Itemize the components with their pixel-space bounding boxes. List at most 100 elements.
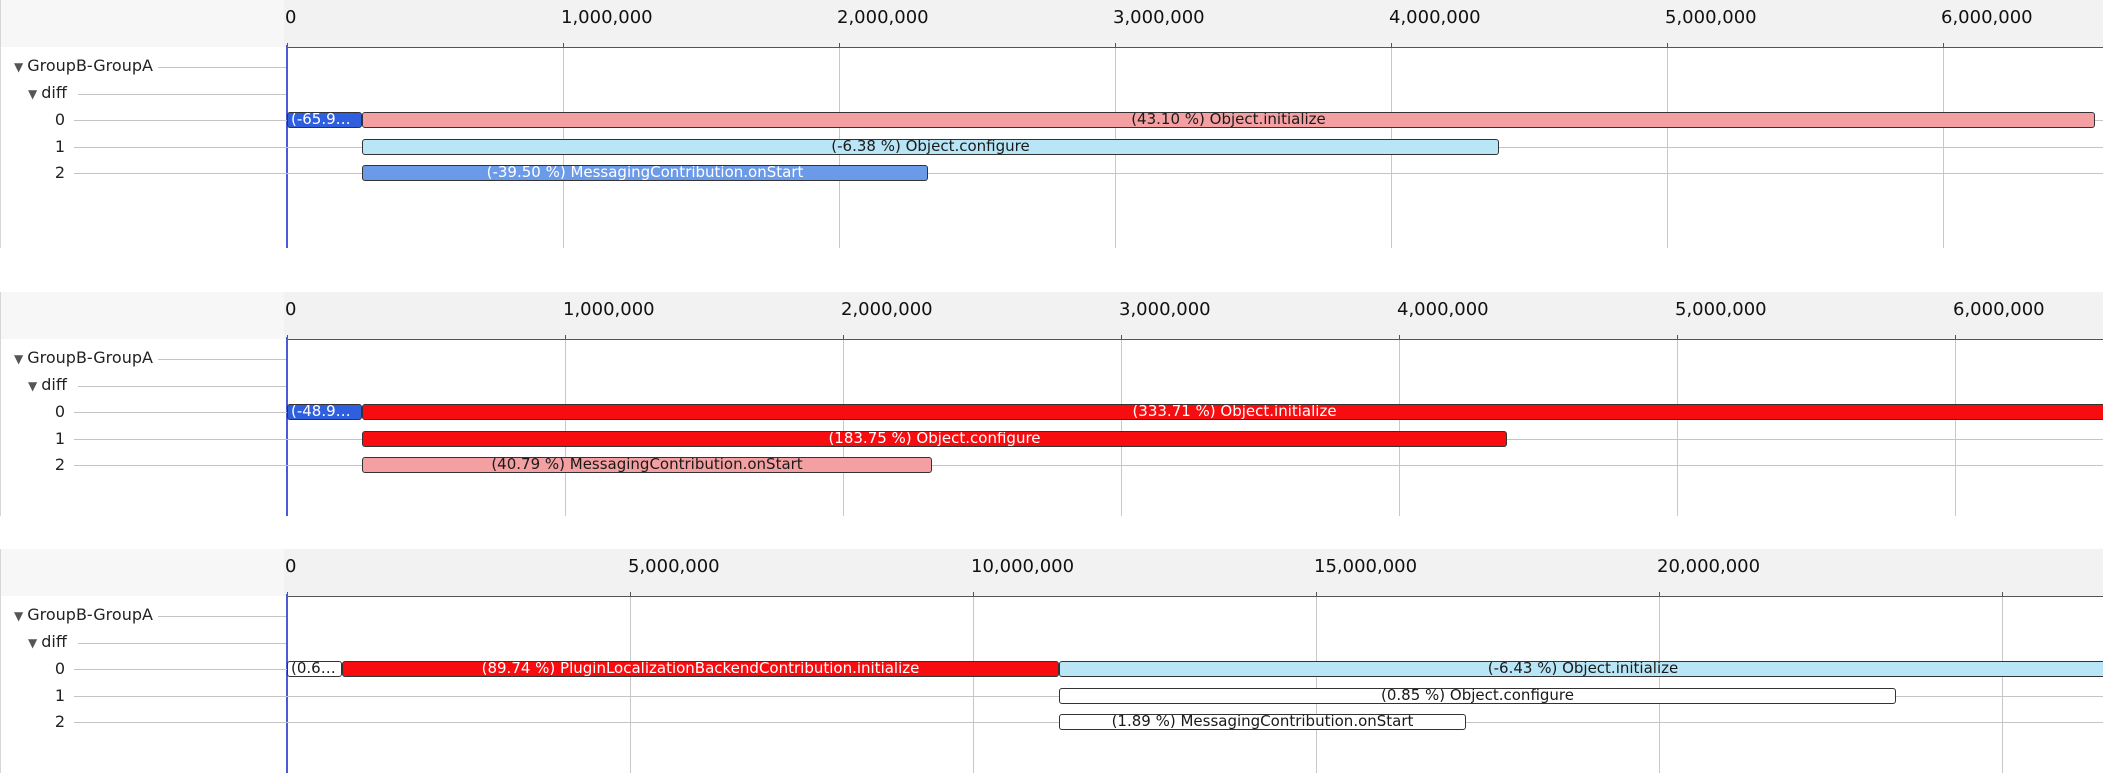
timeline-panel: 0 5,000,000 10,000,000 15,000,000 20,000,000… <box>0 549 2103 773</box>
thread-row-label: 1 <box>54 429 66 448</box>
time-ruler <box>0 292 2103 339</box>
gridline <box>630 597 631 773</box>
tick-mark <box>1316 592 1317 597</box>
tick-label: 0 <box>285 299 297 320</box>
tick-label: 15,000,000 <box>1314 556 1418 577</box>
tick-mark <box>1115 43 1116 48</box>
tick-label: 4,000,000 <box>1389 7 1481 28</box>
flame-bar[interactable]: (-39.50 %) MessagingContribution.onStart <box>362 165 928 181</box>
tree-border <box>0 0 1 248</box>
collapse-triangle-icon[interactable]: ▼ <box>28 379 37 393</box>
tick-mark <box>2002 592 2003 597</box>
gridline <box>565 340 566 516</box>
axis-baseline <box>287 339 2103 340</box>
tick-label: 6,000,000 <box>1953 299 2045 320</box>
gridline <box>1316 597 1317 773</box>
tree-connector <box>158 67 286 68</box>
time-ruler <box>0 0 2103 47</box>
diff-label: diff <box>41 632 67 651</box>
gridline <box>1943 48 1944 248</box>
thread-row-label: 0 <box>54 110 66 129</box>
gridline <box>1659 597 1660 773</box>
axis-baseline <box>287 47 2103 48</box>
group-label: GroupB-GroupA <box>27 605 153 624</box>
ruler-tree-spacer <box>0 549 284 596</box>
tick-mark <box>973 592 974 597</box>
group-label: GroupB-GroupA <box>27 56 153 75</box>
tick-mark <box>1121 335 1122 340</box>
tree-border <box>0 549 1 773</box>
tick-label: 3,000,000 <box>1119 299 1211 320</box>
collapse-triangle-icon[interactable]: ▼ <box>28 636 37 650</box>
thread-row-label: 2 <box>54 712 66 731</box>
collapse-triangle-icon[interactable]: ▼ <box>14 60 23 74</box>
flame-bar[interactable]: (0.85 %) Object.configure <box>1059 688 1896 704</box>
tree-border <box>0 292 1 516</box>
tree-connector <box>78 386 286 387</box>
gridline <box>1677 340 1678 516</box>
gridline <box>973 597 974 773</box>
tick-label: 2,000,000 <box>837 7 929 28</box>
flame-bar[interactable]: (-6.43 %) Object.initialize <box>1059 661 2103 677</box>
tree-diff-node[interactable]: ▼ diff <box>28 83 67 102</box>
timeline-panel: 0 1,000,000 2,000,000 3,000,000 4,000,000 5,0… <box>0 0 2103 248</box>
flame-bar[interactable]: (-48.9… <box>287 404 362 420</box>
tree-diff-node[interactable]: ▼ diff <box>28 375 67 394</box>
gridline <box>843 340 844 516</box>
flame-bar[interactable]: (183.75 %) Object.configure <box>362 431 1507 447</box>
tree-diff-node[interactable]: ▼ diff <box>28 632 67 651</box>
tree-connector <box>158 359 286 360</box>
tick-mark <box>839 43 840 48</box>
gridline <box>1667 48 1668 248</box>
tick-mark <box>843 335 844 340</box>
zero-time-marker <box>286 594 288 773</box>
tick-mark <box>563 43 564 48</box>
collapse-triangle-icon[interactable]: ▼ <box>14 609 23 623</box>
tick-label: 2,000,000 <box>841 299 933 320</box>
flame-bar[interactable]: (-65.9… <box>287 112 362 128</box>
flame-bar[interactable]: (89.74 %) PluginLocalizationBackendContr… <box>342 661 1059 677</box>
axis-baseline <box>287 596 2103 597</box>
flame-bar[interactable]: (-6.38 %) Object.configure <box>362 139 1499 155</box>
tick-mark <box>630 592 631 597</box>
collapse-triangle-icon[interactable]: ▼ <box>28 87 37 101</box>
collapse-triangle-icon[interactable]: ▼ <box>14 352 23 366</box>
tick-label: 10,000,000 <box>971 556 1075 577</box>
tree-group-node[interactable]: ▼ GroupB-GroupA <box>14 348 153 367</box>
tick-label: 20,000,000 <box>1657 556 1761 577</box>
gridline <box>1399 340 1400 516</box>
ruler-tree-spacer <box>0 0 284 47</box>
timeline-panel: 0 1,000,000 2,000,000 3,000,000 4,000,000 5,0… <box>0 292 2103 516</box>
tree-group-node[interactable]: ▼ GroupB-GroupA <box>14 56 153 75</box>
tree-group-node[interactable]: ▼ GroupB-GroupA <box>14 605 153 624</box>
tick-label: 5,000,000 <box>1665 7 1757 28</box>
tick-label: 3,000,000 <box>1113 7 1205 28</box>
tick-label: 0 <box>285 7 297 28</box>
thread-row-label: 1 <box>54 686 66 705</box>
ruler-tree-spacer <box>0 292 284 339</box>
gridline <box>2002 597 2003 773</box>
tick-mark <box>1677 335 1678 340</box>
flame-bar[interactable]: (0.6… <box>287 661 342 677</box>
diff-label: diff <box>41 83 67 102</box>
tree-connector <box>78 643 286 644</box>
tick-label: 5,000,000 <box>1675 299 1767 320</box>
tree-connector <box>158 616 286 617</box>
flame-bar[interactable]: (40.79 %) MessagingContribution.onStart <box>362 457 932 473</box>
zero-time-marker <box>286 337 288 516</box>
flame-bar[interactable]: (333.71 %) Object.initialize <box>362 404 2103 420</box>
tick-label: 6,000,000 <box>1941 7 2033 28</box>
tick-label: 1,000,000 <box>561 7 653 28</box>
tick-mark <box>1667 43 1668 48</box>
gridline <box>1121 340 1122 516</box>
tick-mark <box>565 335 566 340</box>
tick-label: 5,000,000 <box>628 556 720 577</box>
flame-bar[interactable]: (43.10 %) Object.initialize <box>362 112 2095 128</box>
thread-row-label: 0 <box>54 402 66 421</box>
tree-connector <box>78 94 286 95</box>
tick-mark <box>1399 335 1400 340</box>
group-label: GroupB-GroupA <box>27 348 153 367</box>
flame-bar[interactable]: (1.89 %) MessagingContribution.onStart <box>1059 714 1466 730</box>
tick-label: 1,000,000 <box>563 299 655 320</box>
tick-mark <box>1391 43 1392 48</box>
